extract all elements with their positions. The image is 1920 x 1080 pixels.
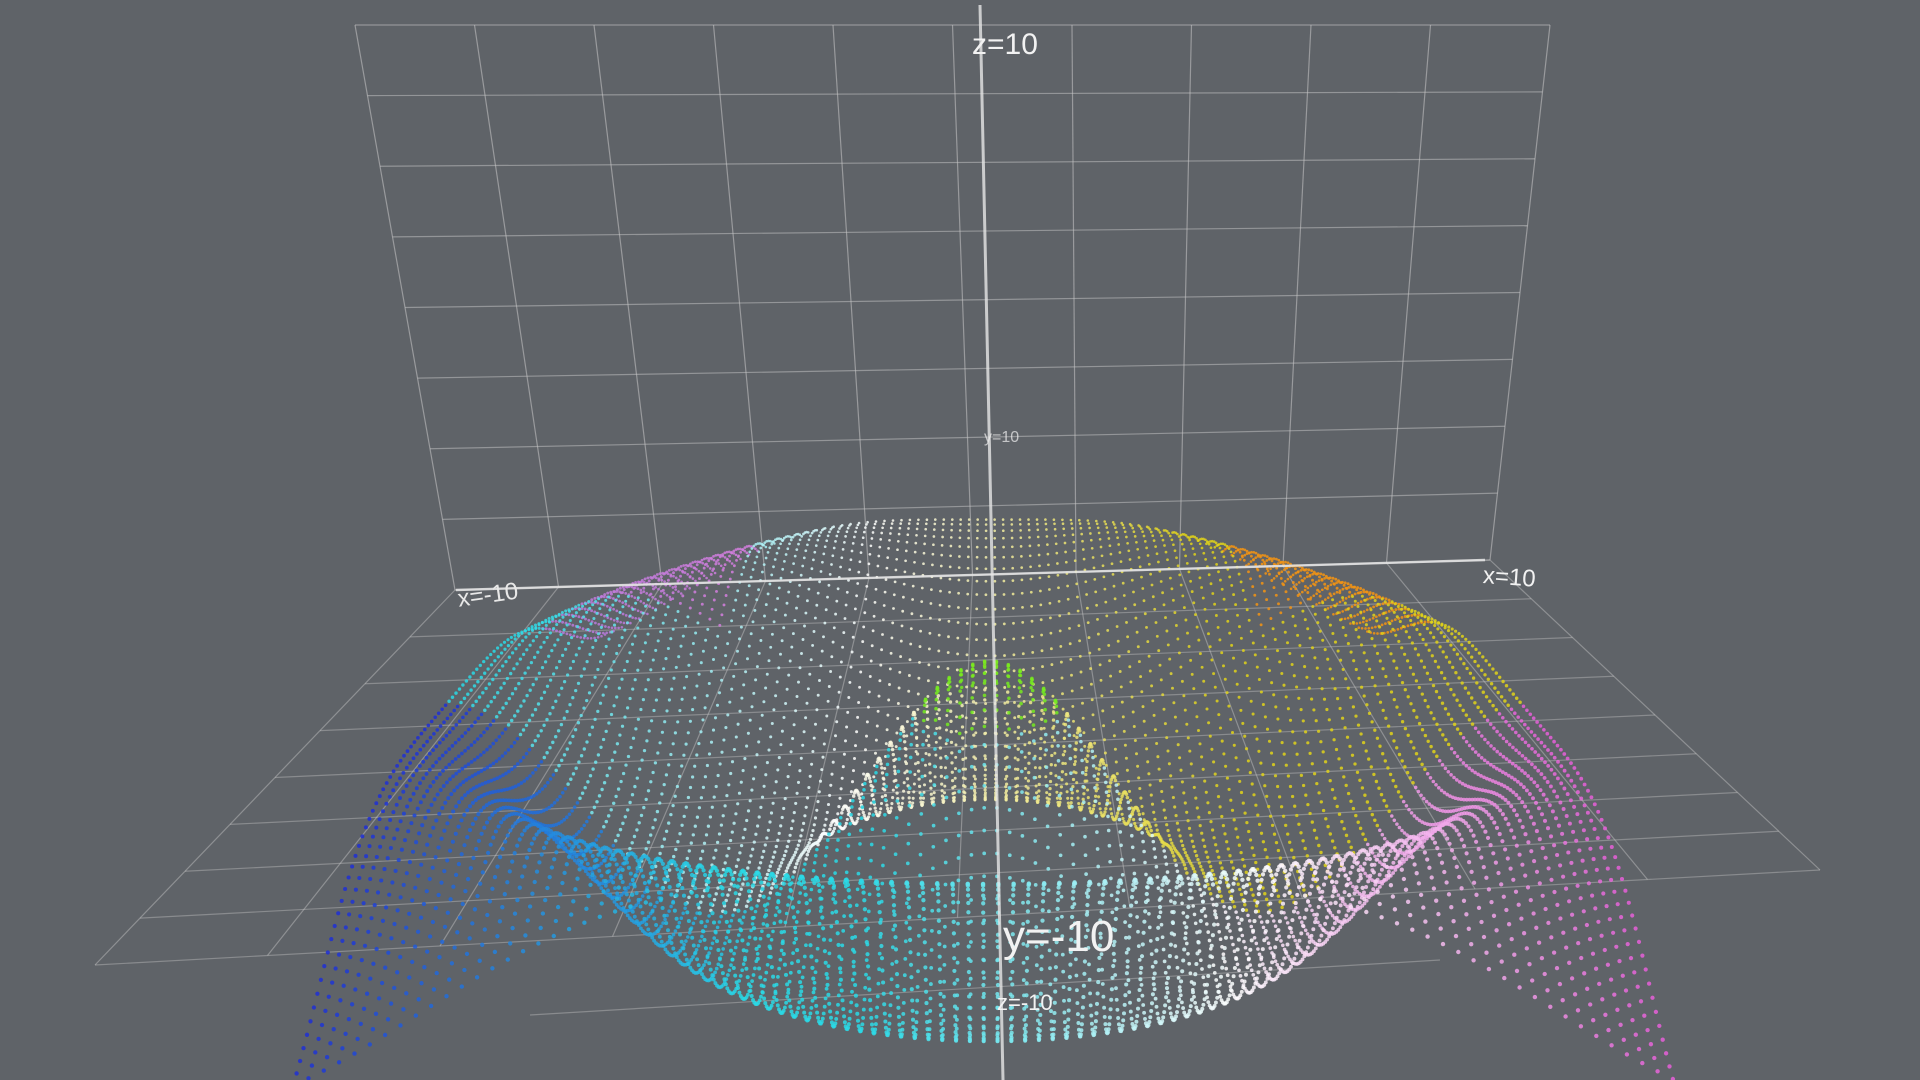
x-max-label: x=10 <box>1482 562 1537 593</box>
y-min-label: y=-10 <box>1003 912 1115 961</box>
axis-lines <box>455 4 1486 1080</box>
plot-viewport[interactable]: z=10 y=10 x=-10 x=10 y=-10 z=-10 <box>0 0 1920 1080</box>
surface-plot-canvas[interactable] <box>0 0 1920 1080</box>
z-max-label: z=10 <box>972 28 1038 61</box>
y-max-label: y=10 <box>984 429 1020 446</box>
floor-grid-width <box>139 830 1779 919</box>
z-min-label: z=-10 <box>997 990 1053 1015</box>
